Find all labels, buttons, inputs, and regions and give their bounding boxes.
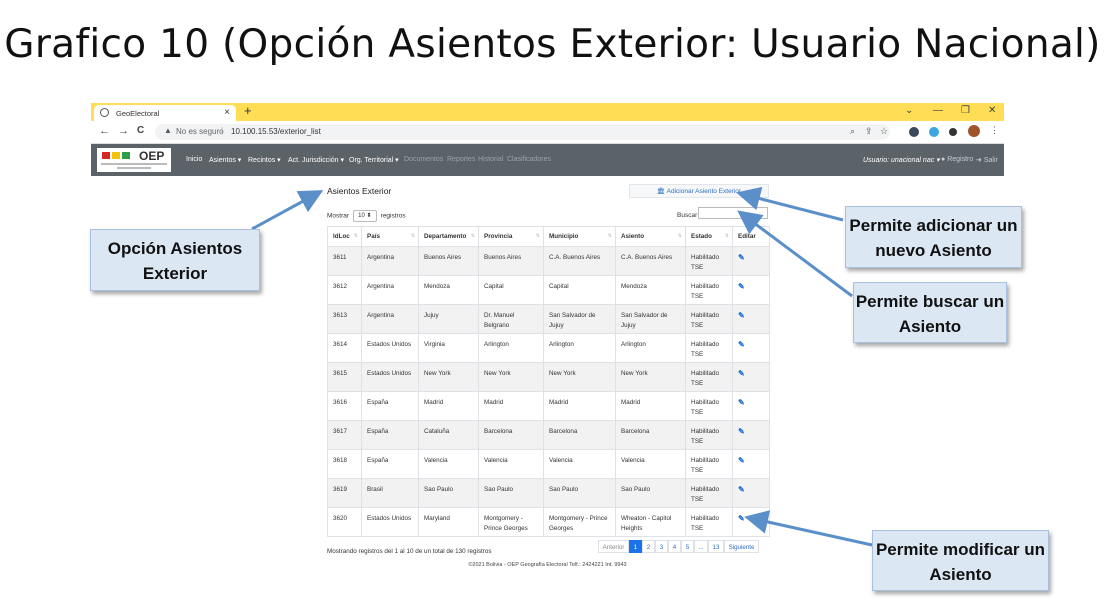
arrow-opcion	[251, 190, 324, 231]
callout-modificar: Permite modificar un Asiento	[872, 530, 1049, 591]
arrow-buscar	[737, 210, 853, 298]
arrow-modificar	[744, 510, 873, 547]
callout-opcion: Opción Asientos Exterior	[90, 229, 260, 291]
callout-adicionar: Permite adicionar un nuevo Asiento	[845, 206, 1022, 268]
callout-buscar: Permite buscar un Asiento	[853, 282, 1007, 343]
arrow-adicionar	[736, 186, 844, 222]
